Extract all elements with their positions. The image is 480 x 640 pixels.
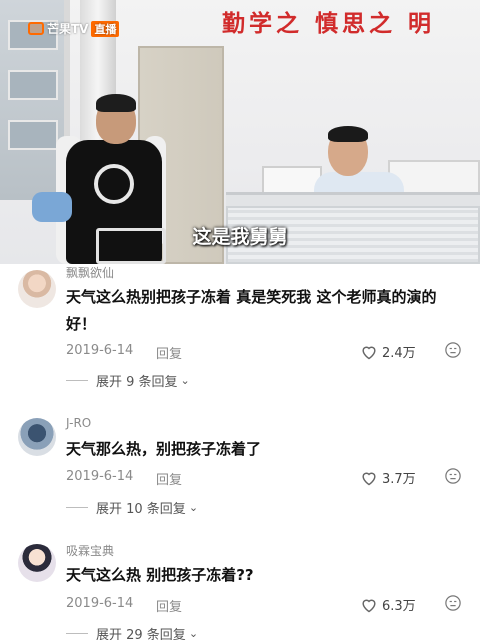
comment-text-line: 好！ [66,315,97,333]
comment-meta: 2019-6-14 回复 2.4万 [66,341,466,362]
dislike-face-icon[interactable] [444,341,462,359]
expand-replies-button[interactable]: 展开 29 条回复 ⌄ [66,624,198,640]
expand-replies-label: 展开 10 条回复 [96,502,186,517]
channel-name: 芒果TV [47,22,89,36]
comment-date: 2019-6-14 [66,343,134,358]
video-subtitle: 这是我舅舅 [192,226,288,248]
reply-button[interactable]: 回复 [156,469,182,488]
comment-text: 天气这么热别把孩子冻着 真是笑死我 这个老师真的演的 好！ [66,284,466,338]
like-count: 3.7万 [382,472,416,487]
live-badge: 直播 [91,20,120,37]
chevron-down-icon: ⌄ [180,374,190,387]
comment-text-line: 天气这么热 别把孩子冻着?? [66,566,254,584]
heart-icon [362,346,376,359]
like-button[interactable]: 6.3万 [360,595,416,614]
channel-logo: 芒果TV 直播 [28,20,120,37]
expand-replies-button[interactable]: 展开 10 条回复 ⌄ [66,498,198,517]
video-frame[interactable]: 勤学之 慎思之 明 芒果TV 直播 这是我舅舅 [0,0,480,264]
mango-logo-icon [28,22,44,35]
heart-icon [362,472,376,485]
dislike-face-icon[interactable] [444,594,462,612]
chevron-down-icon: ⌄ [188,501,199,514]
comment-username[interactable]: 吸霖宝典 [66,542,114,559]
expand-replies-label: 展开 29 条回复 [96,628,186,640]
avatar[interactable] [18,418,56,456]
comment-text-line: 天气那么热，别把孩子冻着了 [66,440,262,458]
reply-button[interactable]: 回复 [156,596,182,615]
comment-date: 2019-6-14 [66,469,134,484]
like-button[interactable]: 3.7万 [360,468,416,487]
chevron-down-icon: ⌄ [188,627,199,640]
like-count: 2.4万 [382,346,416,361]
avatar[interactable] [18,270,56,308]
comment-username[interactable]: J-RO [66,416,91,430]
wall-slogan: 勤学之 慎思之 明 [222,10,436,37]
divider [66,633,88,634]
peace-sign-icon [94,164,134,204]
heart-icon [362,599,376,612]
comment-text: 天气那么热，别把孩子冻着了 [66,436,466,463]
avatar[interactable] [18,544,56,582]
comment-text-line: 天气这么热别把孩子冻着 真是笑死我 这个老师真的演的 [66,288,437,306]
dislike-face-icon[interactable] [444,467,462,485]
like-count: 6.3万 [382,599,416,614]
expand-replies-label: 展开 9 条回复 [96,375,178,390]
divider [66,380,88,381]
comment-date: 2019-6-14 [66,596,134,611]
like-button[interactable]: 2.4万 [360,342,416,361]
comment-username[interactable]: 飘飘欲仙 [66,264,114,281]
comment-meta: 2019-6-14 回复 6.3万 [66,594,466,615]
reply-button[interactable]: 回复 [156,343,182,362]
divider [66,507,88,508]
comment-text: 天气这么热 别把孩子冻着?? [66,562,466,589]
comment-meta: 2019-6-14 回复 3.7万 [66,467,466,488]
expand-replies-button[interactable]: 展开 9 条回复 ⌄ [66,371,190,390]
